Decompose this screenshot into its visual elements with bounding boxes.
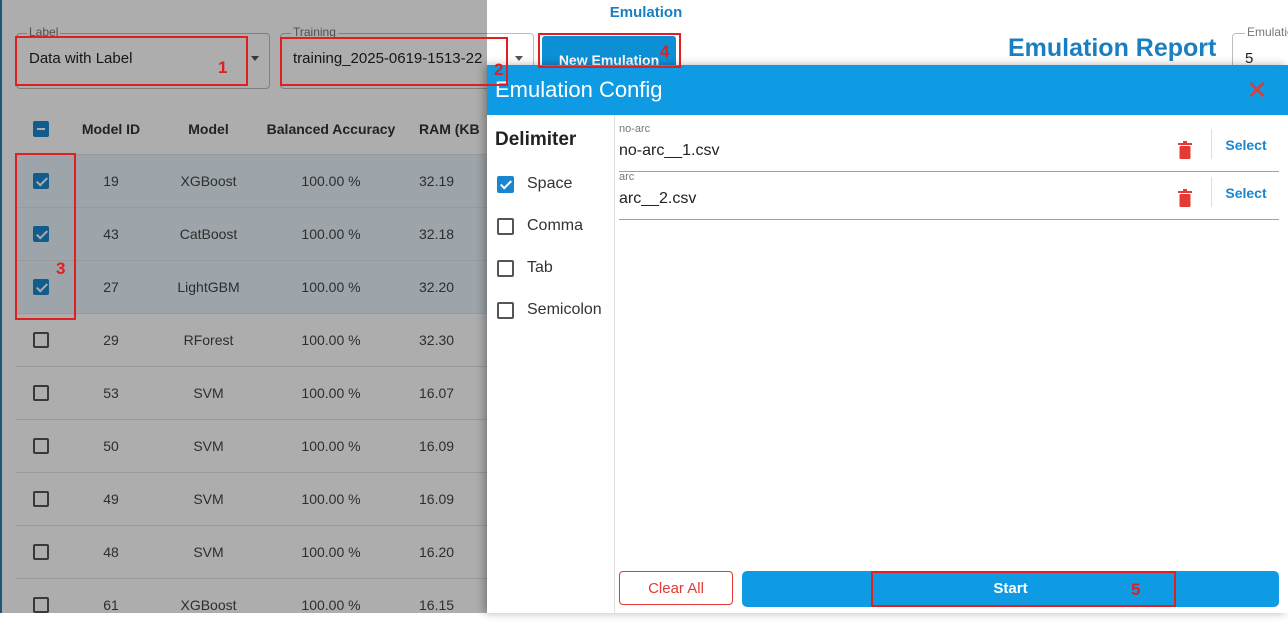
trash-icon[interactable] — [1177, 141, 1193, 159]
annotation-number: 1 — [218, 58, 228, 77]
report-title: Emulation Report — [1008, 34, 1217, 62]
clear-all-button[interactable]: Clear All — [619, 571, 733, 605]
dialog-title: Emulation Config — [495, 77, 663, 102]
delimiter-label: Comma — [527, 217, 584, 234]
file-row-arc: arc arc__2.csv Select — [619, 171, 1279, 220]
delimiter-title: Delimiter — [495, 129, 577, 150]
annotation-number: 5 — [1131, 580, 1141, 599]
emulation-config-dialog: Emulation Config ✕ Delimiter Space Comma… — [487, 65, 1288, 613]
delimiter-label: Tab — [527, 259, 553, 276]
delimiter-option-tab[interactable]: Tab — [497, 259, 553, 277]
select-file-button[interactable]: Select — [1211, 177, 1280, 207]
file-label: no-arc — [619, 123, 651, 135]
delimiter-option-comma[interactable]: Comma — [497, 217, 583, 235]
file-label: arc — [619, 171, 635, 183]
space-checkbox[interactable] — [497, 175, 514, 193]
select-file-button[interactable]: Select — [1211, 129, 1280, 159]
annotation-box — [15, 36, 248, 86]
annotation-box — [280, 37, 508, 86]
delimiter-panel: Delimiter Space Comma Tab Semicolon — [487, 115, 615, 613]
annotation-box — [15, 153, 76, 320]
dialog-header: Emulation Config ✕ — [487, 65, 1288, 115]
file-input[interactable]: no-arc__1.csv — [619, 142, 720, 160]
dropdown-arrow-icon — [515, 56, 523, 61]
file-row-no-arc: no-arc no-arc__1.csv Select — [619, 123, 1279, 172]
delimiter-label: Semicolon — [527, 301, 602, 318]
semicolon-checkbox[interactable] — [497, 301, 514, 319]
annotation-number: 3 — [56, 259, 66, 278]
tab-checkbox[interactable] — [497, 259, 514, 277]
file-input[interactable]: arc__2.csv — [619, 190, 696, 208]
comma-checkbox[interactable] — [497, 217, 514, 235]
delimiter-option-space[interactable]: Space — [497, 175, 572, 193]
annotation-number: 2 — [494, 60, 504, 79]
emulation-field-label: Emulation — [1245, 25, 1288, 39]
delimiter-option-semicolon[interactable]: Semicolon — [497, 301, 602, 319]
trash-icon[interactable] — [1177, 189, 1193, 207]
close-icon[interactable]: ✕ — [1246, 65, 1268, 115]
delimiter-label: Space — [527, 175, 573, 192]
annotation-number: 4 — [660, 42, 670, 61]
